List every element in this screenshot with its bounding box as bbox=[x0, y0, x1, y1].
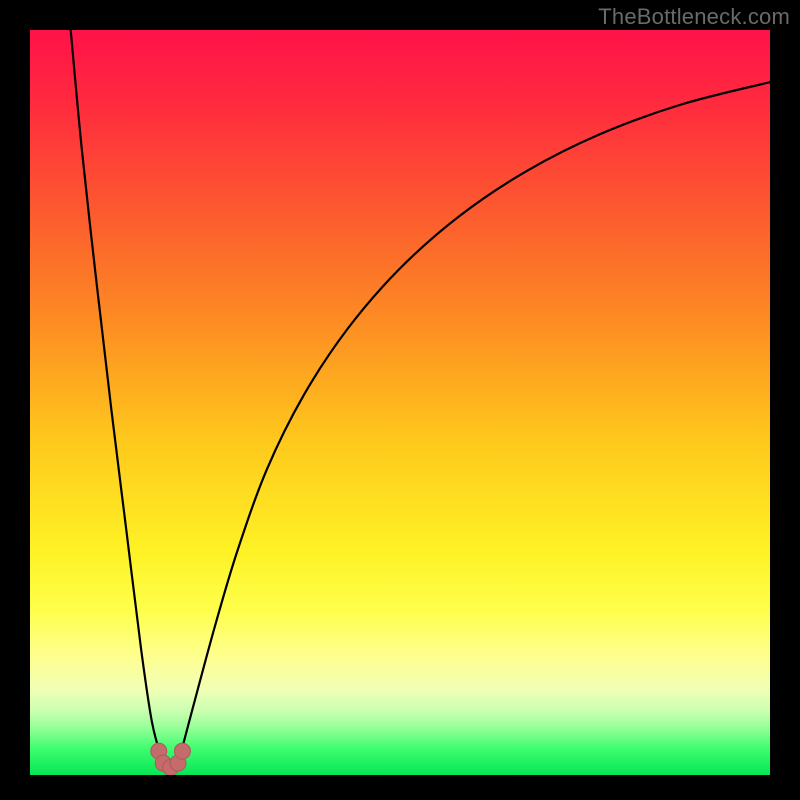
gradient-background bbox=[30, 30, 770, 775]
plot-area bbox=[30, 30, 770, 775]
attribution-text: TheBottleneck.com bbox=[598, 4, 790, 30]
chart-svg bbox=[30, 30, 770, 775]
chart-frame: TheBottleneck.com bbox=[0, 0, 800, 800]
marker-point bbox=[174, 743, 190, 759]
